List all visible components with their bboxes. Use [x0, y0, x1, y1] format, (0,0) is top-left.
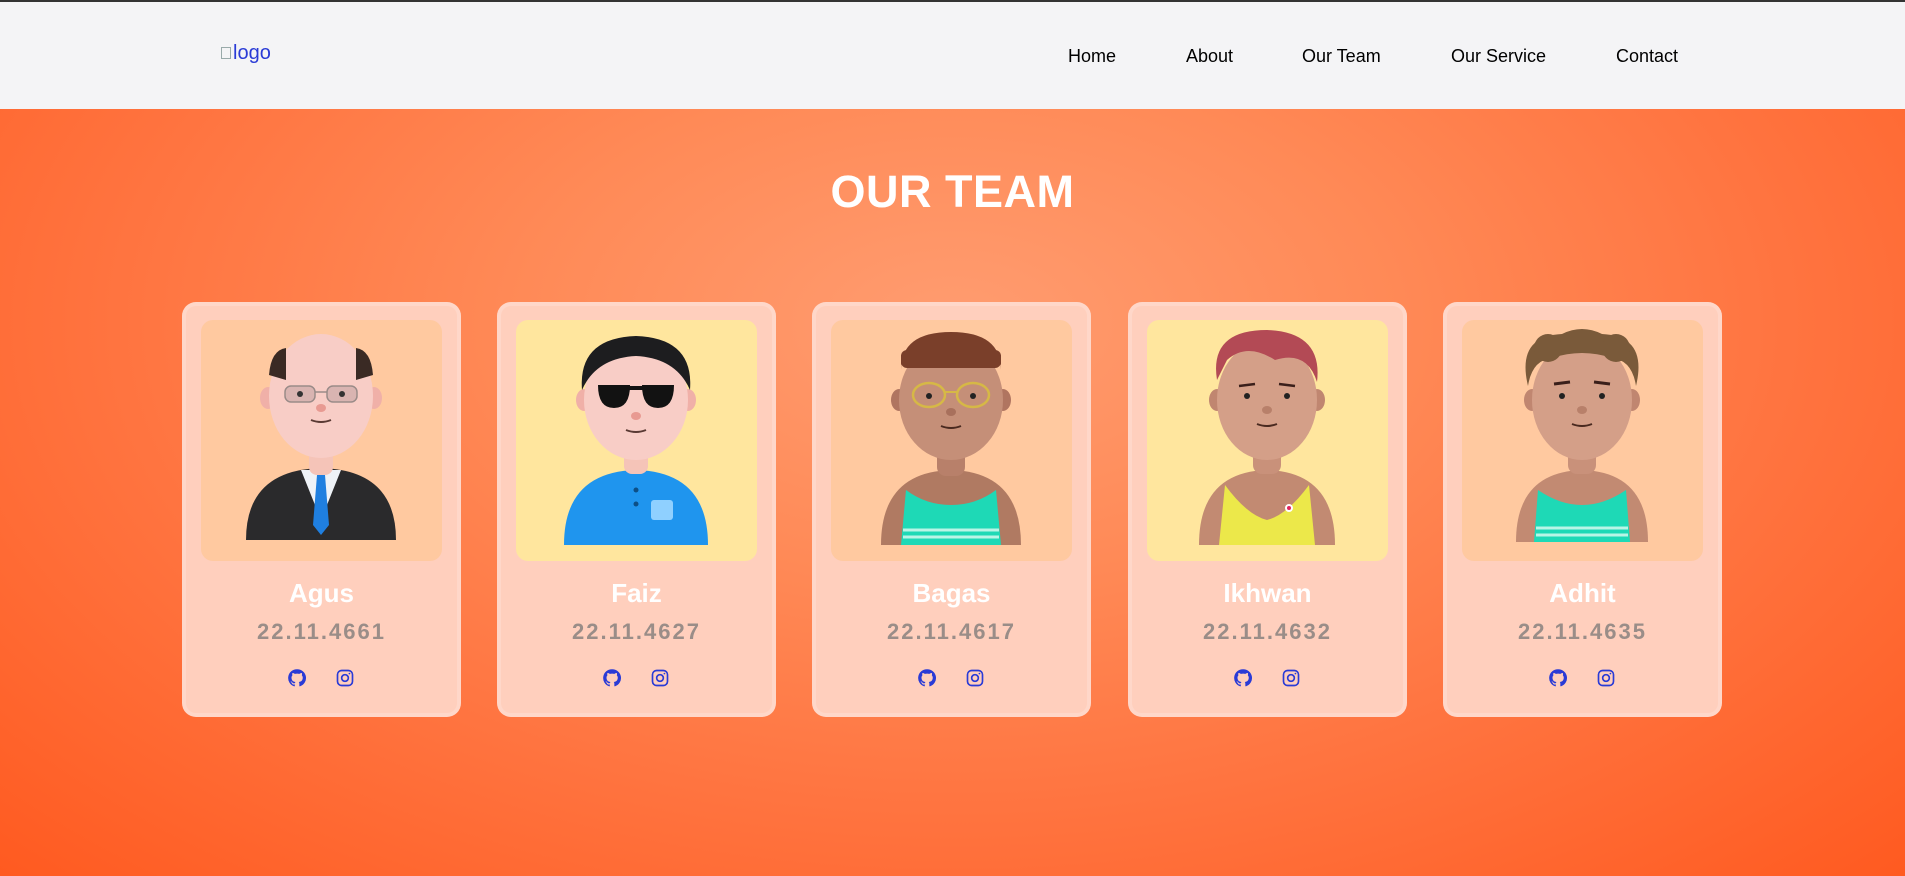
team-card-agus: Agus 22.11.4661	[182, 302, 461, 717]
avatar	[831, 320, 1072, 561]
instagram-icon[interactable]	[335, 668, 355, 688]
avatar	[516, 320, 757, 561]
member-id: 22.11.4661	[257, 619, 386, 644]
member-name: Agus	[289, 578, 354, 608]
github-icon[interactable]	[917, 668, 937, 688]
avatar	[1147, 320, 1388, 561]
nav-our-service[interactable]: Our Service	[1451, 46, 1546, 67]
avatar	[1462, 320, 1703, 561]
github-icon[interactable]	[287, 668, 307, 688]
team-card-adhit: Adhit 22.11.4635	[1443, 302, 1722, 717]
avatar	[201, 320, 442, 561]
member-name: Faiz	[611, 578, 662, 608]
member-name: Ikhwan	[1223, 578, 1312, 608]
nav-home[interactable]: Home	[1068, 46, 1116, 67]
member-id: 22.11.4635	[1518, 619, 1647, 644]
github-icon[interactable]	[1548, 668, 1568, 688]
team-section: OUR TEAM Agus 22.11.4661 Faiz 22.11.4627…	[0, 109, 1905, 876]
instagram-icon[interactable]	[965, 668, 985, 688]
team-card-ikhwan: Ikhwan 22.11.4632	[1128, 302, 1407, 717]
member-id: 22.11.4627	[572, 619, 701, 644]
team-card-faiz: Faiz 22.11.4627	[497, 302, 776, 717]
team-card-bagas: Bagas 22.11.4617	[812, 302, 1091, 717]
member-name: Adhit	[1549, 578, 1616, 608]
instagram-icon[interactable]	[650, 668, 670, 688]
member-name: Bagas	[912, 578, 991, 608]
nav-contact[interactable]: Contact	[1616, 46, 1678, 67]
member-id: 22.11.4617	[887, 619, 1016, 644]
github-icon[interactable]	[602, 668, 622, 688]
header: logo Home About Our Team Our Service Con…	[0, 2, 1905, 109]
member-id: 22.11.4632	[1203, 619, 1332, 644]
instagram-icon[interactable]	[1281, 668, 1301, 688]
github-icon[interactable]	[1233, 668, 1253, 688]
nav-our-team[interactable]: Our Team	[1302, 46, 1381, 67]
instagram-icon[interactable]	[1596, 668, 1616, 688]
nav-about[interactable]: About	[1186, 46, 1233, 67]
section-title: OUR TEAM	[830, 166, 1075, 217]
main-nav: Home About Our Team Our Service Contact	[0, 46, 1905, 70]
